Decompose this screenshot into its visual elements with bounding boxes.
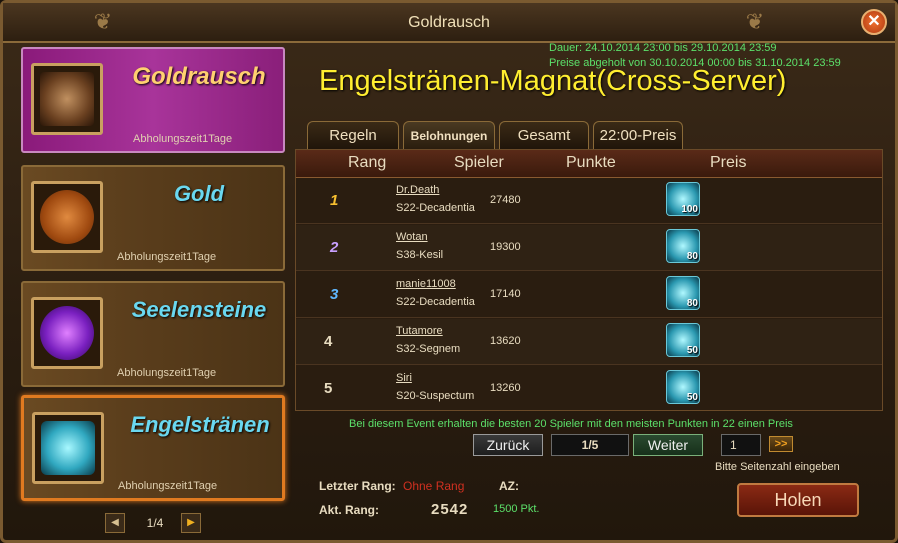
points-value: 19300 (490, 241, 521, 253)
table-row: 3 manie11008 S22-Decadentia 17140 80 (296, 272, 882, 318)
table-row: 1 Dr.Death S22-Decadentia 27480 100 (296, 178, 882, 224)
duration-text: Dauer: 24.10.2014 23:00 bis 29.10.2014 2… (549, 42, 777, 54)
page-indicator: 1/5 (551, 434, 629, 456)
table-row: 4 Tutamore S32-Segnem 13620 50 (296, 319, 882, 365)
event-name: Seelensteine (131, 297, 267, 322)
col-preis: Preis (710, 154, 747, 171)
angel-tear-prize-icon[interactable]: 80 (666, 229, 700, 263)
player-server: S22-Decadentia (396, 296, 475, 308)
angel-tear-prize-icon[interactable]: 80 (666, 276, 700, 310)
next-button[interactable]: Weiter (633, 434, 703, 456)
back-button[interactable]: Zurück (473, 434, 543, 456)
page-title: Engelstränen-Magnat(Cross-Server) (319, 65, 787, 97)
prize-count: 80 (686, 251, 698, 262)
event-item-gold[interactable]: Gold Abholungszeit1Tage (21, 165, 285, 271)
points-value: 13260 (490, 382, 521, 394)
tab-22-preis[interactable]: 22:00-Preis (593, 121, 683, 149)
rank-value: 2 (330, 239, 339, 256)
event-item-goldrausch[interactable]: Goldrausch Abholungszeit1Tage (21, 47, 285, 153)
next-page-button[interactable]: ▶ (181, 513, 201, 533)
event-name: Goldrausch (132, 63, 266, 90)
last-rank-label: Letzter Rang: (319, 479, 396, 493)
table-row: 2 Wotan S38-Kesil 19300 80 (296, 225, 882, 271)
angel-tear-prize-icon[interactable]: 100 (666, 182, 700, 216)
angel-tear-prize-icon[interactable]: 50 (666, 323, 700, 357)
event-pager: ◀ 1/4 ▶ (105, 513, 205, 533)
player-name-link[interactable]: Siri (396, 372, 412, 384)
player-server: S22-Decadentia (396, 202, 475, 214)
tab-regeln[interactable]: Regeln (307, 121, 399, 149)
prize-count: 100 (681, 204, 698, 215)
prize-count: 50 (686, 345, 698, 356)
event-name: Engelsträn​en (130, 412, 270, 437)
gold-coin-icon (31, 181, 103, 253)
last-rank-value: Ohne Rang (403, 479, 465, 493)
points-total-value: 1500 Pkt. (493, 503, 540, 515)
page-input-hint: Bitte Seitenzahl eingeben (715, 461, 840, 473)
close-button[interactable]: ✕ (861, 9, 887, 35)
col-spieler: Spieler (454, 154, 504, 171)
event-sub: Abholungszeit1Tage (117, 251, 217, 263)
tab-gesamt[interactable]: Gesamt (499, 121, 589, 149)
col-rang: Rang (348, 154, 387, 171)
player-name-link[interactable]: Dr.Death (396, 184, 439, 196)
prize-count: 50 (686, 392, 698, 403)
goldrausch-icon (31, 63, 103, 135)
table-header: Rang Spieler Punkte Preis (296, 150, 882, 178)
points-value: 13620 (490, 335, 521, 347)
player-server: S20-Suspectum (396, 390, 475, 402)
event-sub: Abholungszeit1Tage (117, 367, 217, 379)
player-server: S38-Kesil (396, 249, 444, 261)
title-bar: ❦ Goldrausch ❦ (3, 3, 895, 43)
current-rank-label: Akt. Rang: (319, 503, 379, 517)
player-name-link[interactable]: manie11008 (396, 278, 456, 290)
player-server: S32-Segnem (396, 343, 461, 355)
points-value: 27480 (490, 194, 521, 206)
angel-tear-prize-icon[interactable]: 50 (666, 370, 700, 404)
event-page-indicator: 1/4 (146, 516, 164, 530)
event-info-text: Bei diesem Event erhalten die besten 20 … (349, 418, 793, 430)
window-title: Goldrausch (408, 14, 490, 31)
event-list: Goldrausch Abholungszeit1Tage Gold Abhol… (17, 47, 289, 537)
prev-page-button[interactable]: ◀ (105, 513, 125, 533)
claim-button[interactable]: Holen (737, 483, 859, 517)
col-punkte: Punkte (566, 154, 616, 171)
current-rank-value: 2542 (431, 501, 469, 518)
player-name-link[interactable]: Tutamore (396, 325, 443, 337)
tab-belohnungen[interactable]: Belohnungen (403, 121, 495, 149)
table-row: 5 Siri S20-Suspectum 13260 50 (296, 366, 882, 412)
az-label: AZ: (499, 479, 519, 493)
event-name: Gold (173, 181, 225, 206)
event-item-engelstraenen[interactable]: Engelsträn​en Abholungszeit1Tage (21, 395, 285, 501)
event-window: ❦ Goldrausch ❦ ✕ Goldrausch Abholungszei… (0, 0, 898, 543)
rank-value: 4 (324, 333, 333, 350)
event-item-seelensteine[interactable]: Seelensteine Abholungszeit1Tage (21, 281, 285, 387)
points-value: 17140 (490, 288, 521, 300)
soul-orb-icon (31, 297, 103, 369)
page-number-input[interactable] (721, 434, 761, 456)
event-sub: Abholungszeit1Tage (118, 480, 218, 492)
prize-count: 80 (686, 298, 698, 309)
ornament-right-icon: ❦ (745, 9, 765, 34)
ranking-table: Rang Spieler Punkte Preis 1 Dr.Death S22… (295, 149, 883, 411)
rank-value: 3 (330, 286, 339, 303)
angel-tear-icon (32, 412, 104, 484)
event-sub: Abholungszeit1Tage (133, 133, 233, 145)
go-to-page-button[interactable]: >> (769, 436, 793, 452)
player-name-link[interactable]: Wotan (396, 231, 428, 243)
rank-value: 5 (324, 380, 333, 397)
rank-value: 1 (330, 192, 339, 209)
ornament-left-icon: ❦ (93, 9, 113, 34)
